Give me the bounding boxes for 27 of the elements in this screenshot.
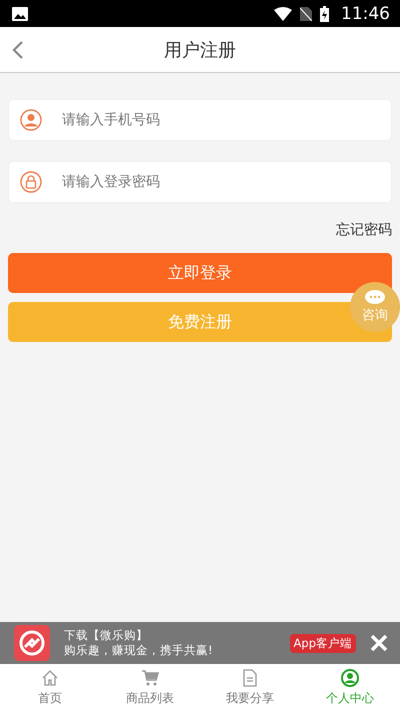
tab-item[interactable]: 我要分享: [200, 664, 300, 711]
user-icon: [20, 109, 42, 131]
login-button[interactable]: 立即登录: [8, 253, 392, 293]
app-download-button[interactable]: App客户端: [290, 634, 356, 652]
tab-item[interactable]: 商品列表: [100, 664, 200, 711]
battery-charging-icon: [320, 6, 329, 22]
banner-subtitle: 购乐趣，赚现金，携手共赢!: [64, 643, 214, 658]
user-icon: [341, 668, 359, 686]
lock-icon: [20, 171, 42, 193]
forgot-password-link[interactable]: 忘记密码: [336, 221, 392, 239]
tab-item[interactable]: 个人中心: [300, 664, 400, 711]
page-title: 用户注册: [164, 38, 236, 62]
image-icon: [12, 6, 28, 20]
back-icon[interactable]: [12, 40, 24, 60]
input-field[interactable]: 请输入登录密码: [8, 161, 392, 203]
app-logo: [14, 625, 50, 661]
status-time: 11:46: [341, 4, 390, 24]
home-icon: [41, 668, 59, 686]
document-icon: [241, 668, 259, 686]
wifi-icon: [274, 6, 292, 20]
cart-icon: [141, 668, 159, 686]
close-icon[interactable]: [370, 634, 388, 652]
tab-item[interactable]: 首页: [0, 664, 100, 711]
no-sim-icon: [300, 6, 312, 20]
banner-title: 下载【微乐购】: [64, 628, 149, 643]
input-field[interactable]: 请输入手机号码: [8, 99, 392, 141]
chat-icon: [364, 290, 386, 306]
